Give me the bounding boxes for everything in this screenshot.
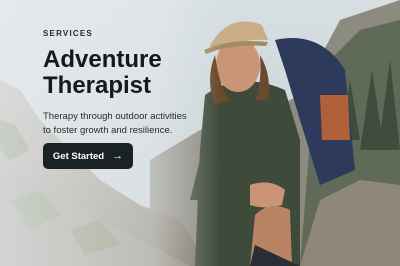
- get-started-label: Get Started: [52, 150, 105, 162]
- hero-title-line-1: Adventure: [43, 46, 162, 73]
- hero-title: Adventure Therapist: [43, 47, 263, 99]
- hero-section: SERVICES Adventure Therapist Therapy thr…: [0, 0, 400, 266]
- hero-content: SERVICES Adventure Therapist Therapy thr…: [43, 29, 263, 138]
- section-eyebrow: SERVICES: [43, 29, 93, 38]
- arrow-right-icon: →: [112, 149, 124, 162]
- hero-title-line-2: Therapist: [43, 72, 152, 99]
- get-started-button[interactable]: Get Started →: [43, 143, 133, 169]
- hero-description: Therapy through outdoor activities to fo…: [43, 111, 187, 136]
